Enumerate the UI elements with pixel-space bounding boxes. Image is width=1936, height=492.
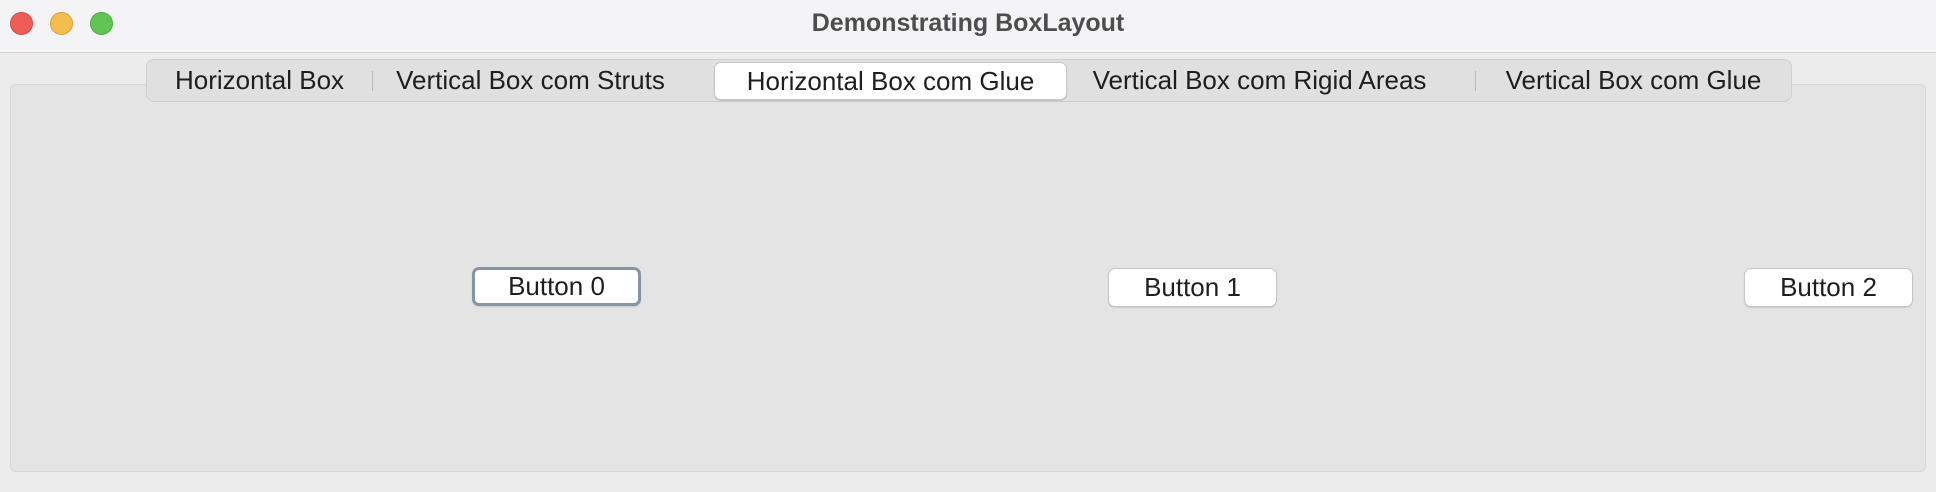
title-bar: Demonstrating BoxLayout [0,0,1936,53]
button-0[interactable]: Button 0 [472,267,641,306]
window-title: Demonstrating BoxLayout [811,9,1125,37]
button-1[interactable]: Button 1 [1108,268,1277,307]
tab-vertical-box-rigid-areas[interactable]: Vertical Box com Rigid Areas [1067,60,1452,101]
tab-vertical-box-struts[interactable]: Vertical Box com Struts [373,60,688,101]
button-2[interactable]: Button 2 [1744,268,1913,307]
tab-vertical-box-glue[interactable]: Vertical Box com Glue [1476,60,1791,101]
tab-content-panel: Button 0 Button 1 Button 2 [10,84,1926,472]
tab-horizontal-box-glue[interactable]: Horizontal Box com Glue [714,62,1067,100]
tab-bar: Horizontal Box Vertical Box com Struts H… [146,59,1792,102]
app-window: Demonstrating BoxLayout Button 0 Button … [0,0,1936,492]
tab-horizontal-box[interactable]: Horizontal Box [147,60,372,101]
window-content: Button 0 Button 1 Button 2 Horizontal Bo… [0,53,1936,492]
